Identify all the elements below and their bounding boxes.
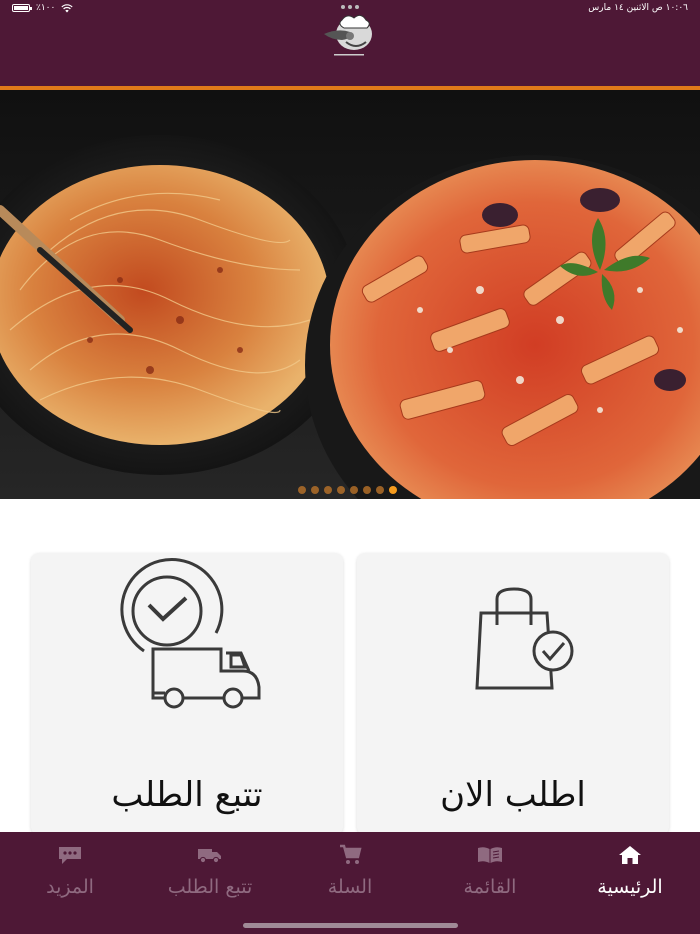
nav-label-more: المزيد: [46, 876, 94, 898]
truck-icon: [198, 849, 221, 864]
pager-dot[interactable]: [298, 486, 306, 494]
nav-label-track-order: تتبع الطلب: [167, 876, 253, 898]
pager-dot[interactable]: [337, 486, 345, 494]
cart-icon: [340, 844, 362, 864]
nav-label-cart: السلة: [327, 876, 373, 898]
status-left: ٪١٠٠: [12, 3, 73, 13]
home-screen: ٪١٠٠ ١٠:٠٦ ص الاثنين ١٤ مارس تتبع الطلب …: [0, 0, 700, 934]
track-order-label: تتبع الطلب: [111, 775, 263, 815]
chat-dots-icon: [59, 847, 81, 864]
promo-banner-carousel[interactable]: [0, 90, 700, 499]
pager-dot[interactable]: [376, 486, 384, 494]
pager-dot[interactable]: [350, 486, 358, 494]
nav-label-home: الرئيسية: [597, 876, 663, 898]
pager-dot[interactable]: [324, 486, 332, 494]
order-now-card[interactable]: اطلب الان: [357, 553, 669, 835]
order-now-label: اطلب الان: [440, 775, 586, 815]
nav-item-cart[interactable]: السلة: [280, 832, 420, 934]
menu-book-icon: [478, 847, 502, 863]
nav-item-more[interactable]: المزيد: [0, 832, 140, 934]
battery-icon: [12, 4, 32, 12]
wifi-icon: [61, 3, 73, 12]
nav-item-menu[interactable]: القائمة: [420, 832, 560, 934]
pager-dot-active[interactable]: [389, 486, 397, 494]
track-order-card[interactable]: تتبع الطلب: [31, 553, 343, 835]
home-icon: [619, 846, 641, 864]
clock-delivery-truck-icon: [120, 557, 261, 709]
bottom-navigation: المزيد تتبع الطلب السلة القائمة الرئيسية: [0, 832, 700, 934]
app-header: ٪١٠٠ ١٠:٠٦ ص الاثنين ١٤ مارس: [0, 0, 700, 86]
carousel-pager[interactable]: [298, 486, 397, 494]
nav-item-track-order[interactable]: تتبع الطلب: [140, 832, 280, 934]
multitask-dots-icon[interactable]: [341, 5, 359, 9]
nav-label-menu: القائمة: [463, 876, 517, 898]
status-time-date: ١٠:٠٦ ص الاثنين ١٤ مارس: [588, 3, 688, 13]
pager-dot[interactable]: [311, 486, 319, 494]
battery-percent: ٪١٠٠: [36, 3, 56, 13]
nav-item-home[interactable]: الرئيسية: [560, 832, 700, 934]
shopping-bag-check-icon: [475, 587, 574, 690]
home-indicator-bar[interactable]: [243, 923, 458, 928]
pager-dot[interactable]: [363, 486, 371, 494]
chef-logo-icon: [324, 14, 372, 56]
pasta-dishes-image: [0, 90, 700, 499]
